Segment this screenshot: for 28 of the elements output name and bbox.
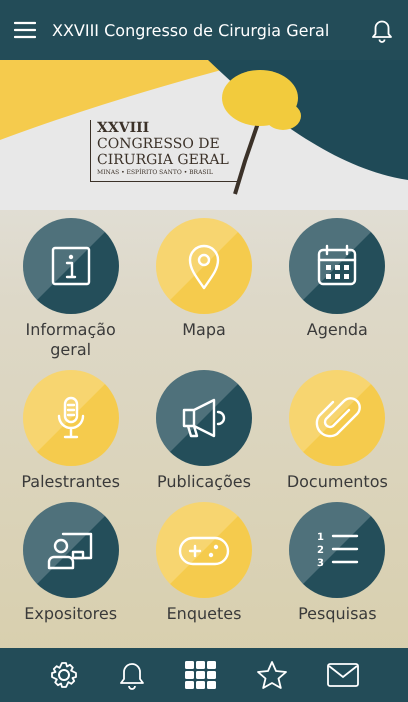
numbered-list-icon: 1 2 3 [289, 502, 386, 598]
grid-icon[interactable] [184, 661, 217, 689]
presenter-icon [22, 502, 119, 598]
notifications-icon[interactable] [118, 660, 146, 690]
menu-tile[interactable]: Mapa [137, 218, 271, 340]
gamepad-icon [156, 502, 252, 598]
menu-tile[interactable]: Enquetes [137, 502, 271, 624]
megaphone-icon [156, 370, 252, 466]
microphone-icon [22, 370, 119, 466]
menu-tile[interactable]: Documentos [270, 370, 404, 492]
calendar-icon [289, 218, 386, 314]
logo-title: CIRURGIA GERAL [97, 152, 229, 168]
logo-title: CONGRESSO DE [97, 136, 221, 152]
menu-tile[interactable]: Agenda [270, 218, 404, 340]
menu-tile[interactable]: 1 2 3 Pesquisas [270, 502, 404, 624]
star-icon[interactable] [256, 660, 288, 690]
menu-icon[interactable] [14, 21, 36, 39]
menu-tile[interactable]: Publicações [137, 370, 271, 492]
paperclip-icon [289, 370, 386, 466]
info-icon [22, 218, 119, 314]
menu-tile[interactable]: Informação geral [4, 218, 138, 360]
menu-tile[interactable]: Palestrantes [4, 370, 138, 492]
map-pin-icon [156, 218, 252, 314]
app-title: XXVIII Congresso de Cirurgia Geral [52, 20, 330, 40]
logo-edition: XXVIII [97, 120, 150, 136]
mail-icon[interactable] [326, 663, 359, 687]
menu-tile[interactable]: Expositores [4, 502, 138, 624]
settings-icon[interactable] [49, 660, 80, 690]
